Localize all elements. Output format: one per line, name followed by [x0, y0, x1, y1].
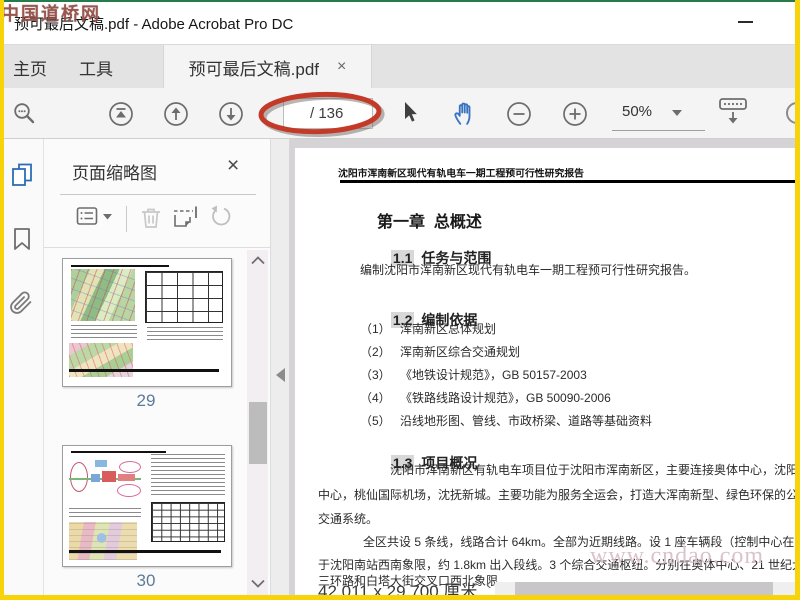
- thumb30-text-block: [69, 508, 141, 520]
- title-bar: 预可最后文稿.pdf - Adobe Acrobat Pro DC: [0, 0, 800, 44]
- zoom-in-icon[interactable]: [561, 100, 589, 128]
- thumbnail-page-29[interactable]: [62, 258, 232, 387]
- panel-separator: [60, 194, 256, 195]
- thumb30-table: [151, 502, 225, 542]
- attachments-icon[interactable]: [9, 291, 33, 315]
- frame-edge-top: [0, 0, 800, 2]
- panel-title: 页面缩略图: [72, 164, 157, 183]
- first-page-icon[interactable]: [107, 100, 135, 128]
- page-number-input[interactable]: / 136: [283, 98, 373, 129]
- thumb29-text-block: [71, 325, 137, 339]
- chevron-down-icon[interactable]: [672, 110, 682, 116]
- site-watermark-bottom-right: www.cndao.com: [590, 543, 765, 569]
- options-icon[interactable]: [76, 205, 100, 229]
- close-tab-icon[interactable]: ×: [337, 58, 346, 76]
- thumbnail-page-number: 29: [136, 391, 156, 410]
- search-icon[interactable]: [12, 101, 38, 127]
- thumb30-map-image: [69, 522, 137, 560]
- tab-home[interactable]: 主页: [0, 45, 60, 89]
- list-item: （1） 浑南新区总体规划: [360, 322, 497, 336]
- paragraph-line: 中心，桃仙国际机场，沈抚新城。主要功能为服务全运会，打造大浑南新型、绿色环保的公: [318, 488, 799, 502]
- site-watermark-top-left: 中国道桥网: [1, 4, 101, 24]
- thumb30-title-line: [71, 451, 166, 453]
- trash-icon[interactable]: [138, 205, 164, 231]
- page-down-icon[interactable]: [217, 100, 245, 128]
- thumb29-footer-line: [69, 369, 219, 372]
- close-panel-icon[interactable]: ×: [227, 154, 239, 178]
- acrobat-window: 预可最后文稿.pdf - Adobe Acrobat Pro DC 中国道桥网 …: [0, 0, 800, 600]
- list-item: （5） 沿线地形图、管线、市政桥梁、道路等基础资料: [360, 414, 653, 428]
- page-total-label: / 136: [310, 105, 344, 122]
- pdf-page: 沈阳市浑南新区现代有轨电车一期工程预可行性研究报告 第一章 总概述 1.1 任务与…: [295, 148, 800, 595]
- page-thumbnails-icon[interactable]: [9, 162, 35, 188]
- scroll-up-icon[interactable]: [251, 256, 265, 265]
- panel-scrollbar-thumb[interactable]: [249, 402, 267, 464]
- frame-edge-right: [795, 0, 800, 600]
- collapse-panel-icon[interactable]: [276, 368, 285, 382]
- tab-tools[interactable]: 工具: [60, 45, 132, 89]
- thumb30-footer-line: [69, 550, 221, 553]
- options-chevron-down-icon[interactable]: [103, 214, 112, 220]
- minimize-icon: [738, 21, 753, 23]
- paragraph-line: 沈阳市浑南新区有轨电车项目位于沈阳市浑南新区，主要连接奥体中心，沈阳南站、全: [390, 463, 800, 477]
- zoom-out-icon[interactable]: [505, 100, 533, 128]
- thumb30-text-block: [151, 454, 225, 498]
- panel-separator: [44, 247, 270, 248]
- horizontal-scrollbar-thumb[interactable]: [515, 582, 773, 595]
- thumb29-map-image-2: [69, 343, 133, 377]
- running-head: 沈阳市浑南新区现代有轨电车一期工程预可行性研究报告: [338, 167, 585, 180]
- page-size-readout: 42.011 x 29.700 厘米: [318, 582, 478, 595]
- panel-tool-divider: [126, 206, 127, 232]
- paragraph-line: 编制沈阳市浑南新区现代有轨电车一期工程预可行性研究报告。: [360, 263, 697, 277]
- frame-edge-left: [0, 0, 4, 600]
- rotate-pages-icon[interactable]: [208, 205, 234, 231]
- thumbnail-page-number: 30: [136, 571, 156, 590]
- navigation-rail: [0, 139, 44, 595]
- paragraph-line: 交通系统。: [318, 512, 379, 526]
- thumbnail-page-30[interactable]: [62, 445, 232, 567]
- panel-divider[interactable]: [270, 139, 290, 595]
- frame-edge-bottom: [0, 595, 800, 600]
- tab-document[interactable]: 预可最后文稿.pdf ×: [163, 45, 372, 89]
- thumb29-title-line: [71, 265, 169, 267]
- list-item: （4） 《铁路线路设计规范》，GB 50090-2006: [360, 391, 611, 405]
- thumb30-diagram: [69, 456, 143, 504]
- header-rule: [340, 180, 800, 183]
- document-tab-label: 预可最后文稿.pdf: [188, 59, 319, 79]
- bookmarks-icon[interactable]: [11, 227, 33, 251]
- page-up-icon[interactable]: [162, 100, 190, 128]
- document-view[interactable]: 沈阳市浑南新区现代有轨电车一期工程预可行性研究报告 第一章 总概述 1.1 任务与…: [290, 139, 800, 595]
- thumb29-table: [145, 271, 223, 323]
- main-region: 页面缩略图 × 29 30 沈阳市浑南新区现代有轨电车一期工程预可行性研究报告 …: [0, 139, 800, 595]
- toolbar: / 136 50%: [0, 88, 800, 139]
- zoom-dropdown-underline: [612, 130, 705, 131]
- hand-tool-icon[interactable]: [450, 100, 476, 126]
- chapter-heading: 第一章 总概述: [377, 214, 482, 231]
- crop-pages-icon[interactable]: [172, 205, 200, 231]
- scroll-down-icon[interactable]: [251, 579, 265, 588]
- minimize-button[interactable]: [735, 15, 757, 29]
- list-item: （2） 浑南新区综合交通规划: [360, 345, 521, 359]
- scroll-left-icon[interactable]: ‹: [486, 576, 491, 594]
- thumb29-map-image-1: [71, 269, 135, 321]
- page-display-icon[interactable]: [715, 97, 751, 127]
- tab-bar: 主页 工具 预可最后文稿.pdf × ?: [0, 44, 800, 122]
- list-item: （3） 《地铁设计规范》，GB 50157-2003: [360, 368, 587, 382]
- page-thumbnails-panel: 页面缩略图 × 29 30: [44, 139, 270, 595]
- zoom-level-dropdown[interactable]: 50%: [622, 103, 652, 120]
- thumb29-text-block: [147, 327, 223, 341]
- select-tool-icon[interactable]: [404, 102, 422, 124]
